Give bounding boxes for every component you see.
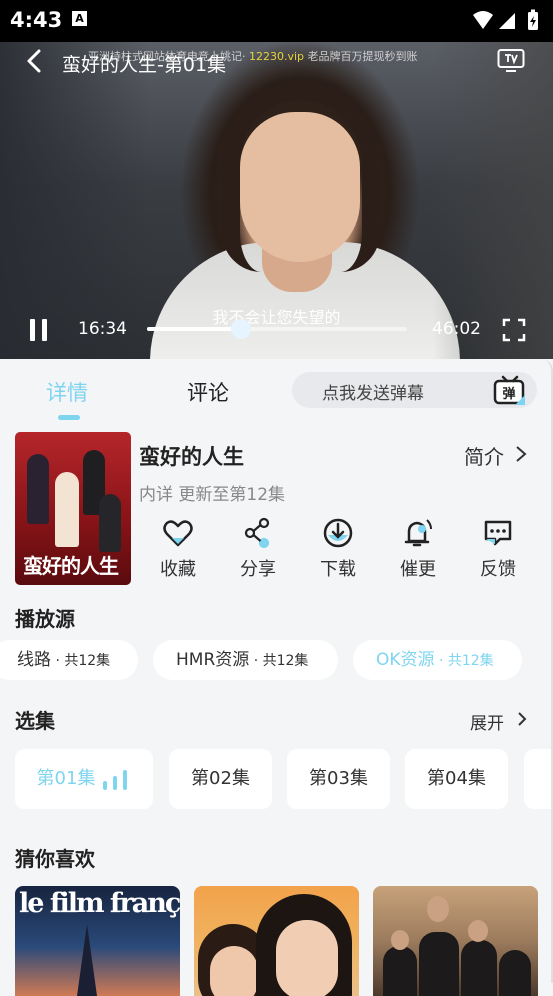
episode-item-active[interactable]: 第01集 [15,749,153,809]
heart-icon [163,520,193,547]
episode-label: 第02集 [191,768,250,789]
progress-thumb[interactable] [230,319,251,339]
sources-heading: 播放源 [15,607,75,631]
recommend-card-art [391,930,409,950]
cast-tv-icon[interactable] [497,48,525,72]
poster-figure [99,494,121,552]
recommend-card-art [210,946,258,996]
tab-comments[interactable]: 评论 [187,377,229,407]
episode-list: 第01集 第02集 第03集 第04集 [0,749,551,813]
recommend-card[interactable]: le film français [15,886,180,996]
favorite-button[interactable]: 收藏 [148,517,208,581]
episode-label: 第03集 [309,768,368,789]
danmu-toggle-icon[interactable]: 弹 [493,375,527,407]
recommend-card-title: le film français [19,888,180,919]
episode-item[interactable]: 第03集 [287,749,390,809]
episode-label: 第01集 [36,768,96,789]
back-arrow-icon[interactable] [22,48,48,74]
intro-link[interactable]: 简介 [464,441,504,470]
danmu-input[interactable]: 点我发送弹幕 弹 [292,372,537,408]
tab-indicator [58,415,80,420]
total-time: 46:02 [432,319,481,339]
progress-fill [147,327,241,331]
source-count: · 共12集 [51,653,111,669]
status-bar: 4:43 A [0,0,553,42]
ad-marquee-suffix: 老品牌百万提现秒到账 [307,50,418,63]
progress-bar[interactable] [147,319,407,339]
wifi-signal-battery-icon [473,9,538,30]
tab-details[interactable]: 详情 [46,377,88,407]
source-chip[interactable]: 线路 · 共12集 [0,640,138,680]
recommend-card[interactable] [194,886,359,996]
share-label: 分享 [240,559,276,580]
system-icons [471,9,543,37]
update-info: 内详 更新至第12集 [139,485,286,505]
recommend-heading: 猜你喜欢 [15,847,95,871]
poster-title: 蛮好的人生 [23,554,119,578]
recommend-card-art [77,924,97,996]
download-icon [323,518,353,548]
video-figure-face [240,112,360,262]
ad-marquee-highlight: 12230.vip [249,50,305,63]
share-icon [244,517,270,549]
recommend-card-art [419,932,459,996]
danmu-placeholder: 点我发送弹幕 [322,384,424,404]
remind-update-label: 催更 [400,559,436,580]
source-count: · 共12集 [249,653,309,669]
recommend-card[interactable] [373,886,538,996]
source-name: HMR资源 [176,650,250,670]
poster-figure [55,472,79,547]
recommend-card-art [383,946,417,996]
recommend-card-art [499,950,531,996]
status-time: 4:43 [10,8,63,32]
episodes-heading: 选集 [15,709,55,733]
chevron-right-icon[interactable] [514,444,528,464]
playing-bars-icon [103,768,131,790]
remind-update-button[interactable]: 催更 [388,517,448,581]
poster-figure [27,454,49,524]
chevron-right-icon[interactable] [516,710,528,728]
bell-icon [404,519,432,547]
episode-item[interactable]: 第02集 [169,749,272,809]
download-button[interactable]: 下载 [308,517,368,581]
favorite-label: 收藏 [160,559,196,580]
feedback-icon [484,520,512,546]
show-title: 蛮好的人生 [139,445,244,469]
source-list: 线路 · 共12集 HMR资源 · 共12集 OK资源 · 共12集 [0,638,551,682]
episode-label: 第04集 [427,768,486,789]
video-title: 蛮好的人生-第01集 [62,54,227,76]
source-count: · 共12集 [434,653,494,669]
share-button[interactable]: 分享 [228,517,288,581]
recommend-card-art [276,920,338,996]
danmu-icon-label: 弹 [502,386,515,402]
feedback-button[interactable]: 反馈 [468,517,528,581]
episode-item[interactable]: 第04集 [405,749,508,809]
episode-item[interactable] [524,749,551,809]
recommend-card-art [461,940,497,996]
pause-icon[interactable] [28,318,50,342]
current-time: 16:34 [78,319,127,339]
notification-a-icon: A [72,11,87,26]
feedback-label: 反馈 [480,559,516,580]
fullscreen-icon[interactable] [502,318,526,342]
video-player[interactable]: 亚洲持柱式网站体育电竞上姚记· 12230.vip 老品牌百万提现秒到账 蛮好的… [0,42,553,359]
source-name: OK资源 [376,650,435,670]
source-name: 线路 [17,650,51,670]
download-label: 下载 [320,559,356,580]
content-panel: 详情 评论 点我发送弹幕 弹 蛮好的人生 蛮好的人生 简介 内详 更新至第12集… [0,359,553,996]
show-poster[interactable]: 蛮好的人生 [15,432,131,585]
expand-episodes[interactable]: 展开 [470,709,504,734]
recommend-card-art [468,920,488,942]
recommend-card-art [427,896,449,922]
source-chip-active[interactable]: OK资源 · 共12集 [353,640,522,680]
source-chip[interactable]: HMR资源 · 共12集 [153,640,338,680]
